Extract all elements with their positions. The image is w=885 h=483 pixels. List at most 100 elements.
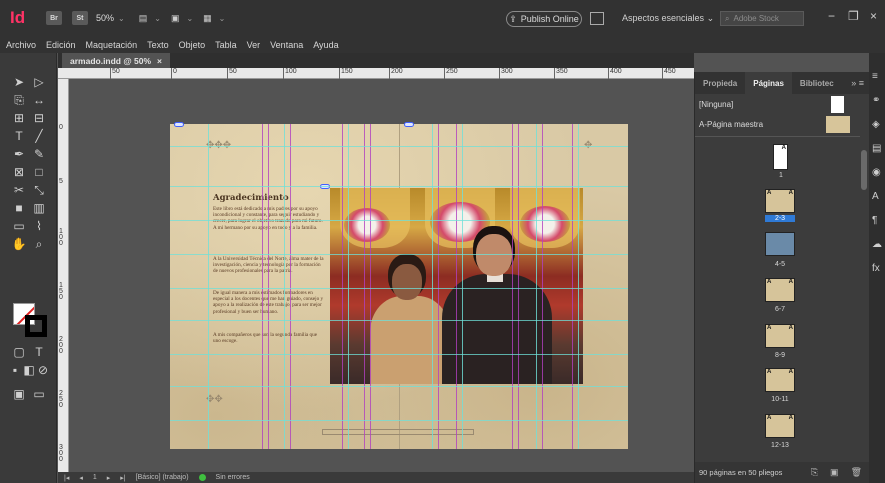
page-size-icon[interactable]: ⎘ xyxy=(811,467,818,478)
panel-icon[interactable]: ≡ xyxy=(872,71,878,82)
menu-maquetacion[interactable]: Maquetación xyxy=(86,40,138,50)
publish-options-icon[interactable] xyxy=(590,12,604,25)
arrange-documents-button[interactable]: ▦ ⌄ xyxy=(203,10,225,26)
format-text-icon[interactable]: T xyxy=(32,345,46,359)
page-thumb-12-13[interactable]: AA xyxy=(765,414,795,438)
previous-page-icon[interactable]: ◂ xyxy=(79,474,83,482)
page-heading[interactable]: Agradecimiento xyxy=(213,193,289,203)
apply-gradient-icon[interactable]: ◧ xyxy=(22,363,36,377)
close-tab-icon[interactable]: × xyxy=(157,56,162,66)
paragraph-2[interactable]: A la Universidad Técnica del Norte, alma… xyxy=(213,256,325,275)
paragraph-1[interactable]: Este libro está dedicado a mis padres po… xyxy=(213,206,325,231)
stroke-icon[interactable]: ▤ xyxy=(872,143,881,154)
tab-properties[interactable]: Propieda xyxy=(695,72,745,94)
page-tool-icon[interactable]: ⎘ xyxy=(12,93,26,107)
gradient-feather-tool-icon[interactable]: ▥ xyxy=(32,201,46,215)
direct-selection-tool-icon[interactable]: ▷ xyxy=(32,75,46,89)
paragraph-4[interactable]: A mis compañeros que son la segunda fami… xyxy=(213,332,325,344)
paragraph-3[interactable]: De igual manera a mis estimados formador… xyxy=(213,290,325,315)
menu-ayuda[interactable]: Ayuda xyxy=(313,40,338,50)
panel-menu-icon[interactable]: » ≡ xyxy=(851,78,864,88)
type-tool-icon[interactable]: T xyxy=(12,129,26,143)
pen-tool-icon[interactable]: ✒ xyxy=(12,147,26,161)
panel-scrollbar[interactable] xyxy=(861,150,867,190)
preview-mode-icon[interactable]: ▭ xyxy=(32,387,46,401)
selection-tool-icon[interactable]: ➤ xyxy=(12,75,26,89)
page-thumb-10-11[interactable]: AA xyxy=(765,368,795,392)
rectangle-frame-tool-icon[interactable]: ⊠ xyxy=(12,165,26,179)
delete-page-icon[interactable]: 🗑 xyxy=(851,467,862,478)
menu-archivo[interactable]: Archivo xyxy=(6,40,36,50)
menu-texto[interactable]: Texto xyxy=(147,40,169,50)
adobe-stock-search[interactable]: ⌕ Adobe Stock xyxy=(720,11,804,26)
format-container-icon[interactable]: ▢ xyxy=(12,345,26,359)
preflight-status[interactable]: Sin errores xyxy=(216,474,250,481)
rectangle-tool-icon[interactable]: □ xyxy=(32,165,46,179)
stroke-swatch-icon[interactable] xyxy=(25,315,47,337)
document-tab[interactable]: armado.indd @ 50% × xyxy=(62,53,170,68)
minimize-icon[interactable]: − xyxy=(828,9,835,23)
gap-tool-icon[interactable]: ↔ xyxy=(32,93,46,107)
hand-tool-icon[interactable]: ✋ xyxy=(12,237,27,251)
master-none[interactable]: [Ninguna] xyxy=(695,94,860,114)
apply-none-icon[interactable]: ⊘ xyxy=(36,363,50,377)
restore-icon[interactable]: ❐ xyxy=(848,9,859,23)
selection-handle[interactable] xyxy=(174,122,184,127)
apply-color-icon[interactable]: ▪ xyxy=(8,363,22,377)
selection-handle[interactable] xyxy=(404,122,414,127)
publish-online-button[interactable]: ⇪ Publish Online xyxy=(506,11,582,27)
page-thumb-2-3[interactable]: AA xyxy=(765,189,795,213)
pasteboard[interactable]: Agradecimiento Este libro está dedicado … xyxy=(70,80,694,472)
content-placer-icon[interactable]: ⊟ xyxy=(32,111,46,125)
zoom-tool-icon[interactable]: ⌕ xyxy=(32,237,46,251)
gradient-swatch-tool-icon[interactable]: ■ xyxy=(12,201,26,215)
line-tool-icon[interactable]: ╱ xyxy=(32,129,46,143)
screen-mode-button[interactable]: ▣ ⌄ xyxy=(171,10,193,26)
normal-view-icon[interactable]: ▣ xyxy=(12,387,26,401)
new-page-icon[interactable]: ▣ xyxy=(830,467,839,478)
page-thumb-4-5[interactable] xyxy=(765,232,795,256)
cc-libraries-icon[interactable]: ☁ xyxy=(872,239,882,250)
page-number[interactable]: 1 xyxy=(93,474,97,481)
paragraph-icon[interactable]: ¶ xyxy=(872,215,877,226)
links-icon[interactable]: ⚭ xyxy=(872,95,880,106)
note-tool-icon[interactable]: ▭ xyxy=(12,219,26,233)
character-icon[interactable]: A xyxy=(872,191,879,202)
page-spread[interactable]: Agradecimiento Este libro está dedicado … xyxy=(170,122,628,449)
menu-ver[interactable]: Ver xyxy=(247,40,261,50)
tab-libraries[interactable]: Bibliotec xyxy=(792,72,842,94)
close-icon[interactable]: × xyxy=(870,9,877,23)
tab-pages[interactable]: Páginas xyxy=(745,72,792,94)
eyedropper-tool-icon[interactable]: ⌇ xyxy=(32,219,46,233)
menu-edicion[interactable]: Edición xyxy=(46,40,76,50)
content-collector-icon[interactable]: ⊞ xyxy=(12,111,26,125)
swatches-icon[interactable]: ◉ xyxy=(872,167,881,178)
page-thumb-6-7[interactable]: AA xyxy=(765,278,795,302)
zoom-chevron-down-icon[interactable]: ⌄ xyxy=(118,14,125,23)
page-thumb-1[interactable]: A xyxy=(773,144,788,170)
master-status[interactable]: [Básico] (trabajo) xyxy=(136,474,189,481)
next-page-icon[interactable]: ▸ xyxy=(107,474,111,482)
menu-ventana[interactable]: Ventana xyxy=(270,40,303,50)
horizontal-ruler[interactable]: 50 0 50 100 150 200 250 300 350 400 450 xyxy=(58,68,694,79)
fill-stroke-swatches[interactable] xyxy=(13,303,51,339)
view-options-button[interactable]: ▤ ⌄ xyxy=(139,10,161,26)
free-transform-tool-icon[interactable]: ⤡ xyxy=(32,183,46,197)
zoom-level[interactable]: 50% xyxy=(96,13,114,23)
layers-icon[interactable]: ◈ xyxy=(872,119,880,130)
master-a[interactable]: A-Página maestra xyxy=(695,114,860,134)
text-frame[interactable] xyxy=(322,429,474,435)
first-page-icon[interactable]: |◂ xyxy=(64,474,69,482)
menu-objeto[interactable]: Objeto xyxy=(179,40,206,50)
stock-button[interactable]: St xyxy=(72,10,88,26)
workspace-switcher[interactable]: Aspectos esenciales ⌄ xyxy=(622,13,714,24)
scissors-tool-icon[interactable]: ✂ xyxy=(12,183,26,197)
page-thumb-8-9[interactable]: AA xyxy=(765,324,795,348)
effects-icon[interactable]: fx xyxy=(872,263,880,274)
pencil-tool-icon[interactable]: ✎ xyxy=(32,147,46,161)
vertical-ruler[interactable]: 0 5 1 0 0 1 5 0 2 0 0 2 5 0 3 0 0 xyxy=(58,79,69,472)
bridge-button[interactable]: Br xyxy=(46,10,62,26)
last-page-icon[interactable]: ▸| xyxy=(120,474,125,482)
page-label-4-5: 4-5 xyxy=(774,261,786,268)
menu-tabla[interactable]: Tabla xyxy=(215,40,237,50)
